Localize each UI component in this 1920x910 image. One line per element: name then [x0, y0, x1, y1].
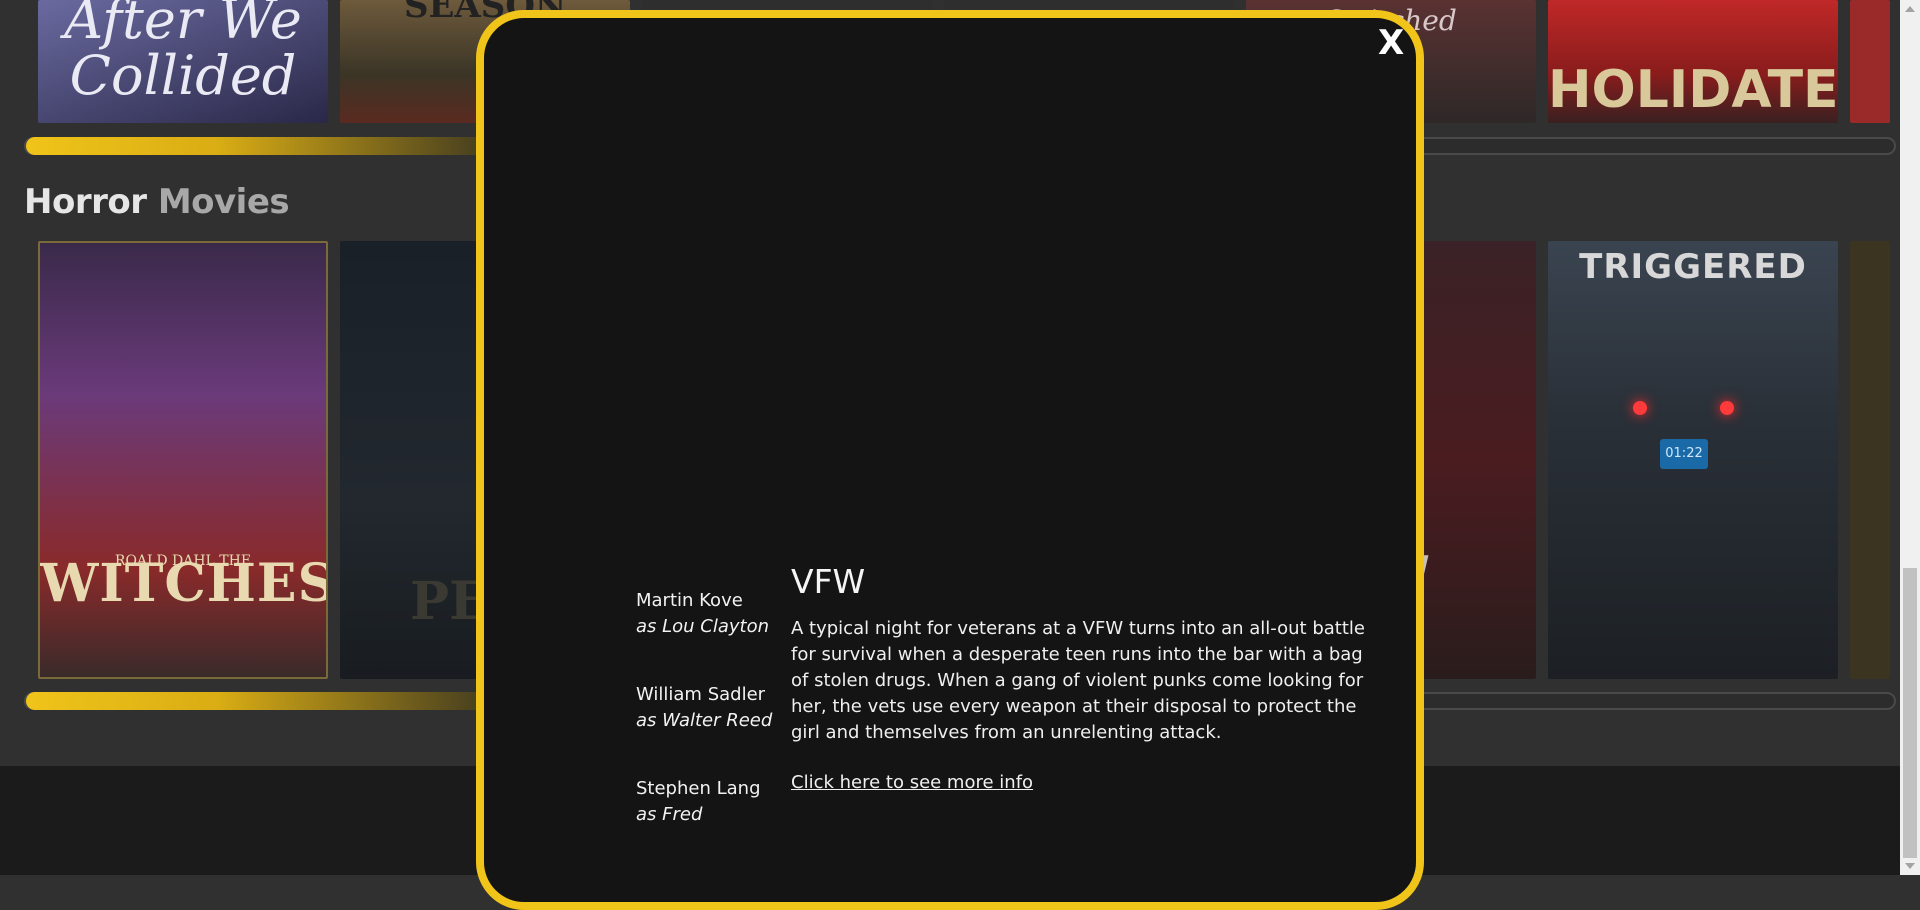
poster-after-we-collided[interactable]: After We Collided — [38, 0, 328, 123]
romance-row-scroll-thumb[interactable] — [26, 137, 506, 155]
red-light-icon — [1633, 401, 1647, 415]
cast-role: as Fred — [636, 804, 703, 825]
movie-title: VFW — [791, 562, 866, 601]
timer-badge: 01:22 — [1660, 439, 1708, 469]
close-modal-button[interactable]: X — [1378, 26, 1404, 60]
cast-item: Martin Kove as Lou Clayton — [636, 588, 786, 640]
cast-name: William Sadler — [636, 684, 766, 705]
poster-title: WITCHES — [40, 553, 328, 614]
movie-description: A typical night for veterans at a VFW tu… — [791, 618, 1365, 743]
cast-name: Stephen Lang — [636, 778, 761, 799]
poster-the-witches[interactable]: ROALD DAHL THE WITCHES — [38, 241, 328, 679]
cast-name: Martin Kove — [636, 590, 743, 611]
poster-triggered[interactable]: TRIGGERED 01:22 — [1548, 241, 1838, 679]
scroll-up-arrow-icon[interactable] — [1905, 6, 1915, 12]
poster-holidate[interactable]: HOLIDATE — [1548, 0, 1838, 123]
poster-partial[interactable] — [1850, 0, 1890, 123]
poster-title: HOLIDATE — [1548, 60, 1838, 120]
page-scroll-thumb[interactable] — [1903, 568, 1917, 858]
cast-item: William Sadler as Walter Reed — [636, 682, 786, 734]
more-info-link[interactable]: Click here to see more info — [791, 772, 1033, 793]
cast-role: as Lou Clayton — [636, 616, 770, 637]
page-scrollbar[interactable] — [1900, 0, 1920, 875]
section-title-rest: Movies — [146, 182, 290, 222]
poster-title: TRIGGERED — [1579, 247, 1807, 287]
section-title-main: Horror — [24, 182, 147, 222]
poster-partial[interactable] — [1850, 241, 1890, 679]
section-title: Horror Movies — [24, 182, 290, 222]
red-light-icon — [1720, 401, 1734, 415]
cast-role: as Walter Reed — [636, 710, 773, 731]
poster-title: After We Collided — [64, 0, 302, 107]
horror-row-scroll-thumb[interactable] — [26, 692, 506, 710]
cast-list: Martin Kove as Lou Clayton William Sadle… — [636, 588, 786, 870]
cast-item: Stephen Lang as Fred — [636, 776, 786, 828]
scroll-down-arrow-icon[interactable] — [1905, 863, 1915, 869]
